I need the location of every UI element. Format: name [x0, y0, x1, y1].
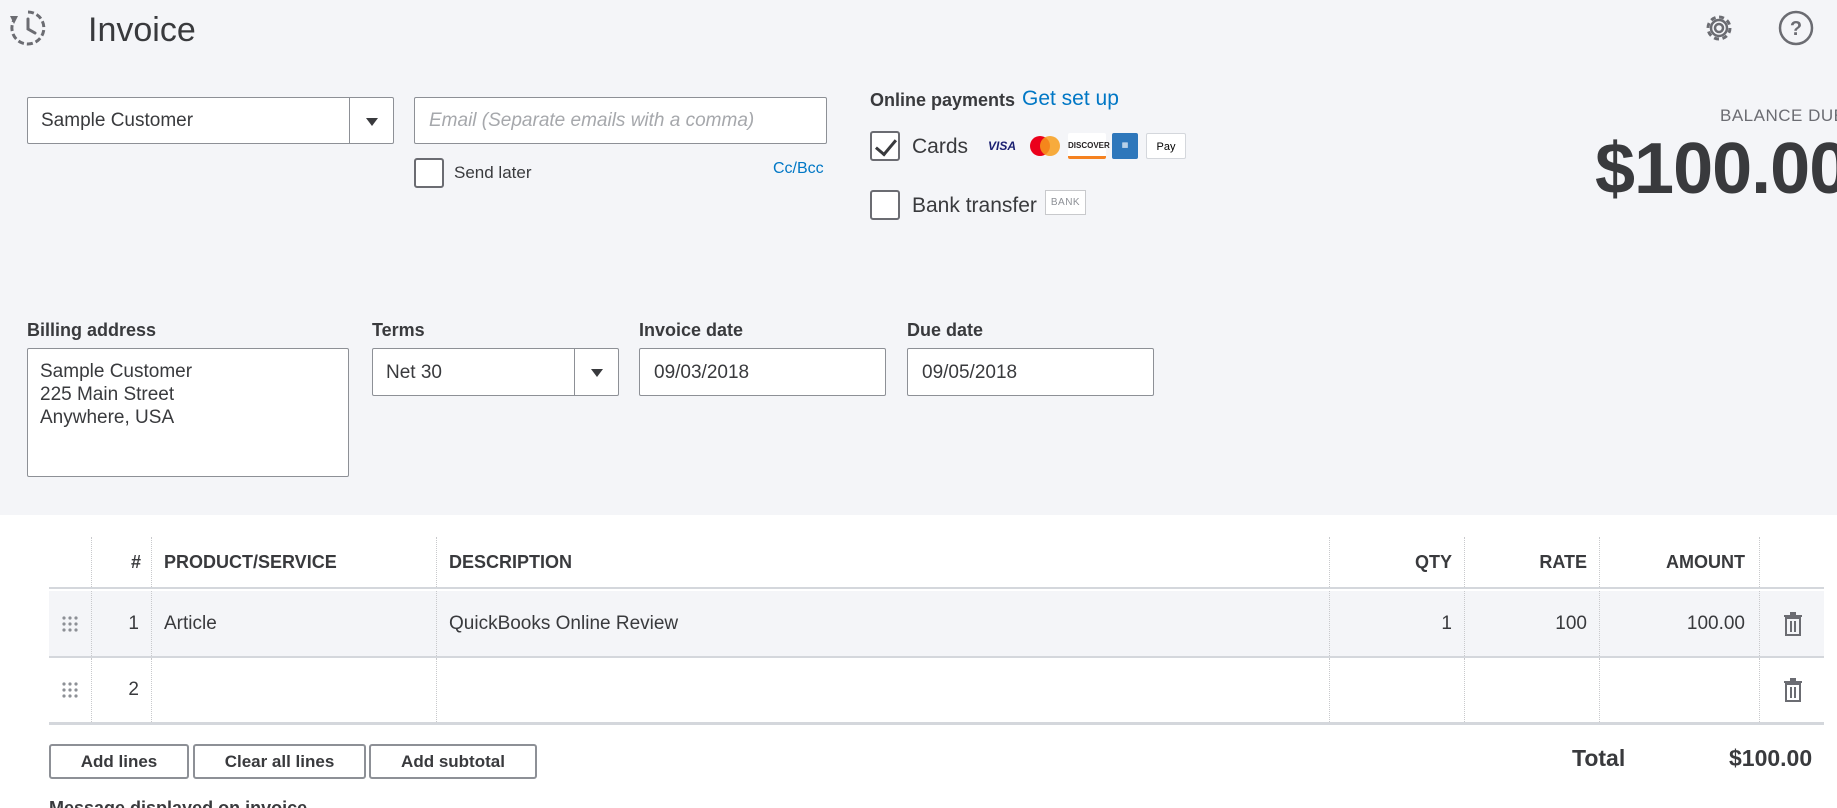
total-label: Total: [1572, 745, 1626, 771]
terms-select[interactable]: Net 30: [372, 348, 619, 396]
col-number-header: #: [130, 551, 141, 572]
row-qty[interactable]: 1: [1329, 591, 1452, 656]
mastercard-logo: [1028, 134, 1062, 158]
trash-icon[interactable]: [1783, 591, 1803, 656]
drag-handle-icon[interactable]: [61, 658, 79, 722]
help-icon[interactable]: ?: [1777, 9, 1815, 47]
balance-due-amount: $100.00: [1595, 129, 1837, 209]
send-later-checkbox[interactable]: [414, 158, 444, 188]
col-amount-header: AMOUNT: [1666, 551, 1745, 572]
add-lines-button[interactable]: Add lines: [49, 744, 189, 779]
recent-transactions-icon[interactable]: [8, 8, 48, 48]
billing-line: Anywhere, USA: [40, 407, 175, 428]
billing-address-field[interactable]: Sample Customer 225 Main Street Anywhere…: [27, 348, 349, 477]
balance-due-label: BALANCE DUE: [1720, 106, 1837, 125]
table-row[interactable]: 1 Article QuickBooks Online Review 1 100…: [49, 591, 1824, 658]
online-payments-label: Online payments: [870, 90, 1016, 110]
table-header-row: # PRODUCT/SERVICE DESCRIPTION QTY RATE A…: [49, 537, 1824, 589]
col-rate-header: RATE: [1539, 551, 1587, 572]
due-date-input[interactable]: 09/05/2018: [907, 348, 1154, 396]
row-qty[interactable]: [1329, 658, 1452, 722]
ccbcc-link[interactable]: Cc/Bcc: [773, 160, 824, 178]
row-number: 1: [128, 612, 139, 634]
col-product-header: PRODUCT/SERVICE: [164, 551, 337, 572]
billing-address-label: Billing address: [27, 320, 157, 340]
svg-text:?: ?: [1790, 18, 1802, 40]
row-rate[interactable]: 100: [1464, 591, 1587, 656]
billing-line: 225 Main Street: [40, 384, 175, 405]
customer-select-value: Sample Customer: [41, 110, 194, 131]
get-set-up-link[interactable]: Get set up: [1022, 87, 1119, 111]
customer-select[interactable]: Sample Customer: [27, 97, 394, 144]
add-subtotal-button[interactable]: Add subtotal: [369, 744, 537, 779]
send-later-label: Send later: [454, 163, 532, 182]
trash-icon[interactable]: [1783, 658, 1803, 722]
drag-handle-icon[interactable]: [61, 591, 79, 656]
row-description[interactable]: [449, 658, 1319, 722]
col-description-header: DESCRIPTION: [449, 551, 573, 572]
terms-select-value: Net 30: [386, 362, 442, 383]
due-date-label: Due date: [907, 320, 984, 340]
gear-icon[interactable]: [1700, 9, 1738, 47]
cards-label: Cards: [912, 135, 969, 158]
row-number: 2: [128, 679, 139, 700]
billing-line: Sample Customer: [40, 361, 193, 382]
page-title: Invoice: [88, 11, 196, 49]
invoice-date-label: Invoice date: [639, 320, 744, 340]
chevron-down-icon[interactable]: [349, 98, 393, 143]
amex-logo: ▦: [1112, 133, 1138, 159]
apple-pay-logo: Pay: [1146, 133, 1186, 159]
row-amount[interactable]: [1599, 658, 1745, 722]
bank-transfer-label: Bank transfer: [912, 194, 1037, 217]
bank-badge: BANK: [1045, 190, 1086, 215]
email-input[interactable]: [414, 97, 827, 144]
row-description[interactable]: QuickBooks Online Review: [449, 591, 1319, 656]
invoice-date-input[interactable]: 09/03/2018: [639, 348, 886, 396]
cards-checkbox[interactable]: [870, 131, 900, 161]
clear-all-lines-button[interactable]: Clear all lines: [193, 744, 366, 779]
terms-label: Terms: [372, 320, 425, 340]
total-amount: $100.00: [1729, 745, 1813, 771]
row-product[interactable]: [164, 658, 434, 722]
chevron-down-icon[interactable]: [574, 349, 618, 395]
table-row[interactable]: 2: [49, 658, 1824, 725]
row-amount[interactable]: 100.00: [1599, 591, 1745, 656]
message-label: Message displayed on invoice: [49, 798, 308, 808]
discover-logo: DISCOVER: [1068, 133, 1110, 159]
row-rate[interactable]: [1464, 658, 1587, 722]
row-product[interactable]: Article: [164, 591, 434, 656]
visa-logo: VISA: [987, 139, 1016, 153]
col-qty-header: QTY: [1414, 551, 1452, 572]
bank-transfer-checkbox[interactable]: [870, 190, 900, 220]
